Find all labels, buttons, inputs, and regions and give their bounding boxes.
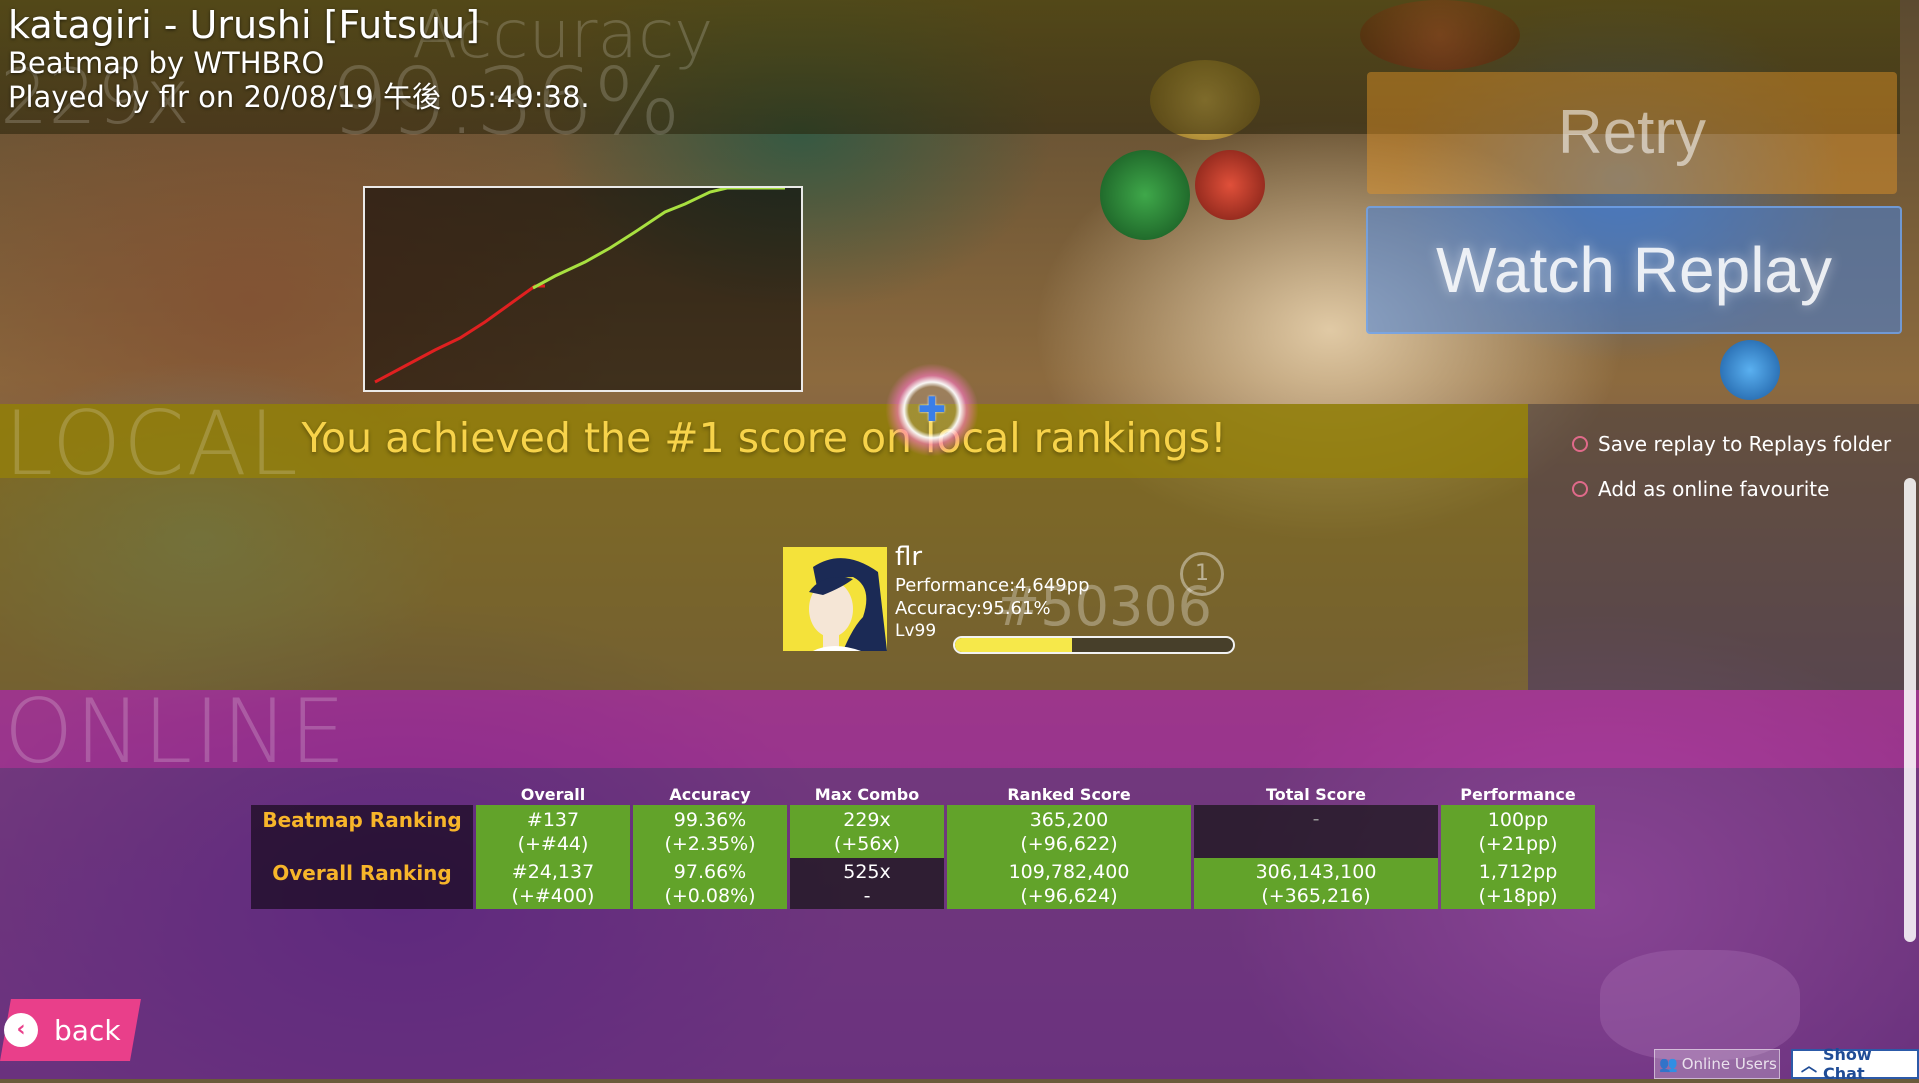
- ranking-table: Overall Accuracy Max Combo Ranked Score …: [248, 783, 1598, 909]
- rank-badge: 1: [1180, 552, 1224, 596]
- level-progress-fill: [955, 638, 1072, 652]
- cell-delta: (+365,216): [1261, 884, 1371, 907]
- table-cell: 229x (+56x): [790, 805, 944, 858]
- table-cell: 525x -: [790, 858, 944, 909]
- cell-delta: (+0.08%): [664, 884, 756, 907]
- graph-line-fail: [374, 284, 545, 384]
- player-performance: Performance:4,649pp: [895, 575, 1090, 596]
- avatar[interactable]: [783, 547, 887, 651]
- column-header: Ranked Score: [1007, 784, 1131, 804]
- online-users-button[interactable]: 👥 Online Users: [1654, 1049, 1780, 1079]
- local-rank-message: You achieved the #1 score on local ranki…: [301, 414, 1227, 462]
- cell-value: 109,782,400: [1008, 860, 1130, 883]
- cell-value: 525x: [843, 860, 891, 883]
- row-label: Beatmap Ranking: [251, 805, 473, 858]
- table-cell: #24,137 (+#400): [476, 858, 630, 909]
- add-favourite-option[interactable]: Add as online favourite: [1572, 477, 1829, 501]
- column-header: Max Combo: [814, 784, 920, 804]
- cell-delta: (+#400): [511, 884, 595, 907]
- header-empty: [251, 783, 473, 805]
- back-label[interactable]: back: [54, 1014, 121, 1047]
- cell-value: 229x: [843, 808, 891, 831]
- column-header: Overall: [520, 784, 586, 804]
- table-cell: 1,712pp (+18pp): [1441, 858, 1595, 909]
- played-line: Played by flr on 20/08/19 午後 05:49:38.: [8, 80, 590, 114]
- cell-delta: (+96,624): [1020, 884, 1118, 907]
- chevron-up-icon: ︿: [1801, 1056, 1818, 1075]
- performance-graph-svg: [374, 186, 785, 384]
- song-title: katagiri - Urushi [Futsuu]: [8, 3, 480, 47]
- cell-value: -: [1312, 808, 1320, 830]
- table-cell: #137 (+#44): [476, 805, 630, 858]
- show-chat-label: Show Chat: [1823, 1045, 1872, 1083]
- watch-replay-button[interactable]: Watch Replay: [1366, 206, 1902, 334]
- table-cell: 97.66% (+0.08%): [633, 858, 787, 909]
- player-level: Lv99: [895, 621, 937, 641]
- radio-icon[interactable]: [1572, 481, 1588, 497]
- mapper-line: Beatmap by WTHBRO: [8, 46, 325, 80]
- cell-value: 97.66%: [673, 860, 747, 883]
- table-cell: 99.36% (+2.35%): [633, 805, 787, 858]
- cell-delta: (+18pp): [1478, 884, 1558, 907]
- table-cell: 100pp (+21pp): [1441, 805, 1595, 858]
- cell-delta: (+#44): [517, 832, 589, 855]
- table-cell: 109,782,400 (+96,624): [947, 858, 1191, 909]
- cell-value: #137: [526, 808, 580, 831]
- table-cell: 306,143,100 (+365,216): [1194, 858, 1438, 909]
- chevron-left-icon[interactable]: ‹: [4, 1013, 38, 1047]
- ranking-header-row: Overall Accuracy Max Combo Ranked Score …: [251, 783, 1595, 805]
- cell-delta: (+21pp): [1478, 832, 1558, 855]
- plus-icon: ✚: [917, 390, 947, 430]
- column-header: Performance: [1460, 784, 1576, 804]
- performance-graph: [363, 186, 803, 392]
- retry-button[interactable]: Retry: [1367, 72, 1897, 194]
- scrollbar[interactable]: [1904, 478, 1916, 942]
- graph-line-pass: [532, 186, 785, 290]
- cell-value: 100pp: [1487, 808, 1549, 831]
- cell-value: 1,712pp: [1478, 860, 1558, 883]
- column-header: Total Score: [1265, 784, 1367, 804]
- show-chat-button[interactable]: ︿ Show Chat: [1791, 1045, 1919, 1083]
- table-cell: -: [1194, 805, 1438, 858]
- users-icon: 👥: [1659, 1055, 1678, 1073]
- cell-value: 365,200: [1029, 808, 1109, 831]
- player-accuracy: Accuracy:95.61%: [895, 598, 1051, 619]
- table-cell: 365,200 (+96,622): [947, 805, 1191, 858]
- radio-icon[interactable]: [1572, 436, 1588, 452]
- column-header: Accuracy: [669, 784, 751, 804]
- cell-delta: (+2.35%): [664, 832, 756, 855]
- add-favourite-label: Add as online favourite: [1598, 477, 1830, 501]
- cell-value: 306,143,100: [1255, 860, 1377, 883]
- save-replay-option[interactable]: Save replay to Replays folder: [1572, 432, 1891, 456]
- player-name[interactable]: flr: [895, 542, 922, 572]
- cell-delta: (+96,622): [1020, 832, 1118, 855]
- cell-value: #24,137: [511, 860, 595, 883]
- avatar-portrait-icon: [783, 547, 887, 651]
- save-replay-label: Save replay to Replays folder: [1598, 432, 1892, 456]
- cell-value: 99.36%: [673, 808, 747, 831]
- table-row: Overall Ranking #24,137 (+#400) 97.66% (+0…: [251, 858, 1595, 909]
- cell-delta: (+56x): [833, 832, 901, 855]
- online-users-label: Online Users: [1681, 1055, 1777, 1073]
- cell-delta: -: [863, 884, 871, 907]
- row-label: Overall Ranking: [251, 858, 473, 909]
- cursor: ✚: [885, 363, 979, 457]
- level-progress-bar: [953, 636, 1235, 654]
- table-row: Beatmap Ranking #137 (+#44) 99.36% (+2.35%…: [251, 805, 1595, 858]
- back-button[interactable]: ‹ back: [0, 999, 121, 1061]
